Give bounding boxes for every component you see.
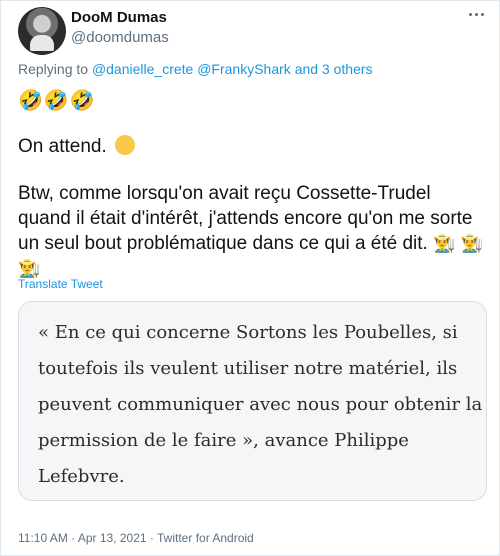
tweet-time-link[interactable]: 11:10 AM (18, 531, 68, 545)
tweet-source-link[interactable]: Twitter for Android (157, 531, 254, 545)
reply-others-link[interactable]: and 3 others (295, 61, 373, 77)
quote-image[interactable]: « En ce qui concerne Sortons les Poubell… (18, 301, 487, 501)
replying-to: Replying to @danielle_crete @FrankyShark… (18, 61, 373, 77)
laughing-emoji-line: 🤣🤣🤣 (18, 90, 96, 112)
reply-prefix: Replying to (18, 61, 89, 77)
author-name[interactable]: DooM Dumas (71, 9, 167, 26)
avatar-figure-icon (30, 35, 54, 51)
quote-text: « En ce qui concerne Sortons les Poubell… (38, 322, 483, 487)
avatar[interactable] (18, 7, 66, 55)
winking-face-icon (115, 135, 136, 155)
tweet-card: DooM Dumas @doomdumas Replying to @danie… (0, 0, 500, 556)
tweet-paragraph-1: On attend. (18, 134, 136, 159)
reply-user-link-2[interactable]: @FrankyShark (197, 61, 291, 77)
meta-separator: · (71, 531, 76, 545)
paragraph-1-text: On attend. (18, 136, 107, 157)
tweet-date-link[interactable]: Apr 13, 2021 (78, 531, 147, 545)
translate-tweet-link[interactable]: Translate Tweet (18, 277, 103, 291)
farmer-emoji-icon: 👨‍🌾 (433, 233, 456, 253)
reply-user-link-1[interactable]: @danielle_crete (92, 61, 193, 77)
farmer-emoji-icon: 👨‍🌾 (460, 233, 484, 253)
more-options-icon[interactable] (463, 6, 489, 22)
paragraph-2-text: Btw, comme lorsqu'on avait reçu Cossette… (18, 183, 473, 254)
author-handle[interactable]: @doomdumas (71, 29, 169, 46)
tweet-meta: 11:10 AM · Apr 13, 2021 · Twitter for An… (18, 531, 254, 545)
meta-separator: · (149, 531, 154, 545)
tweet-paragraph-2: Btw, comme lorsqu'on avait reçu Cossette… (18, 181, 488, 281)
